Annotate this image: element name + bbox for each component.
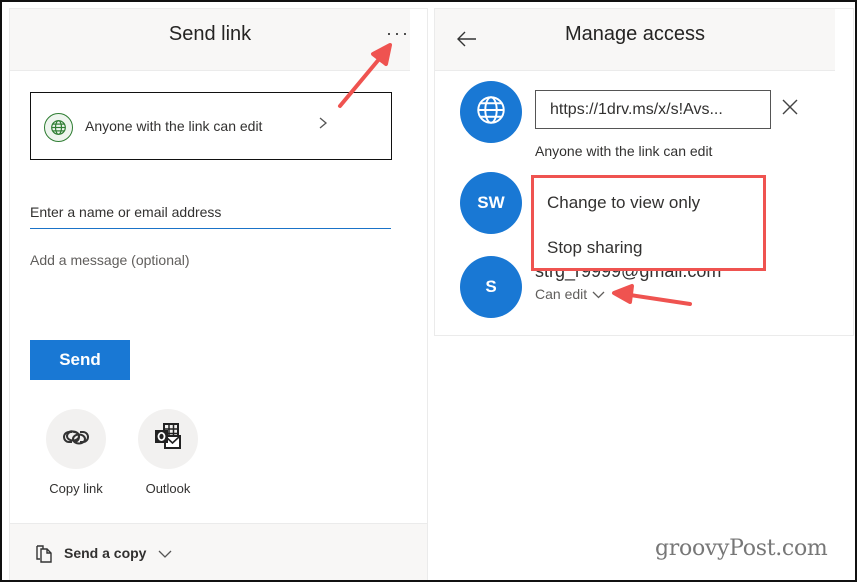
outlook-icon	[152, 422, 184, 457]
recipient-input[interactable]	[30, 195, 391, 229]
link-permission-label: Anyone with the link can edit	[535, 143, 713, 159]
link-icon	[60, 426, 92, 453]
link-setting-label: Anyone with the link can edit	[85, 118, 263, 134]
send-link-header: Send link ···	[10, 9, 410, 71]
watermark: groovyPost.com	[655, 536, 828, 561]
permission-label: Can edit	[535, 286, 588, 302]
remove-link-button[interactable]	[782, 99, 798, 120]
link-avatar	[460, 81, 522, 143]
manage-access-panel: Manage access https://1drv.ms/x/s!Avs...…	[434, 8, 854, 336]
copy-link-button[interactable]: Copy link	[36, 409, 116, 496]
globe-icon	[476, 95, 506, 130]
chevron-down-icon	[592, 286, 605, 302]
menu-item-change-to-view-only[interactable]: Change to view only	[547, 193, 700, 213]
manage-access-header: Manage access	[435, 9, 835, 71]
permission-context-menu: Change to view only Stop sharing	[531, 175, 766, 271]
chevron-right-icon	[318, 116, 328, 135]
ellipsis-icon: ···	[386, 23, 410, 43]
menu-item-stop-sharing[interactable]: Stop sharing	[547, 238, 642, 258]
outlook-button[interactable]: Outlook	[128, 409, 208, 496]
panel-title: Send link	[168, 23, 252, 45]
copy-link-label: Copy link	[49, 481, 103, 496]
send-a-copy-button[interactable]: Send a copy	[10, 523, 427, 580]
avatar-s: S	[460, 256, 522, 318]
link-settings-button[interactable]: Anyone with the link can edit	[30, 92, 392, 160]
avatar-sw: SW	[460, 172, 522, 234]
permission-dropdown[interactable]: Can edit	[535, 286, 605, 302]
copy-document-icon	[35, 543, 53, 568]
globe-icon	[44, 113, 73, 142]
send-a-copy-label: Send a copy	[64, 545, 147, 561]
copy-link-circle	[46, 409, 106, 469]
screenshot-frame: Send link ··· Anyone with the link can e…	[0, 0, 857, 582]
send-link-panel: Send link ··· Anyone with the link can e…	[9, 8, 428, 580]
panel-title: Manage access	[564, 23, 706, 45]
send-button[interactable]: Send	[30, 340, 130, 380]
more-options-button[interactable]: ···	[386, 23, 410, 44]
link-url-field[interactable]: https://1drv.ms/x/s!Avs...	[535, 90, 771, 129]
close-icon	[782, 99, 798, 119]
message-input[interactable]	[30, 252, 391, 312]
chevron-down-icon	[158, 546, 172, 564]
outlook-label: Outlook	[145, 481, 191, 496]
outlook-circle	[138, 409, 198, 469]
